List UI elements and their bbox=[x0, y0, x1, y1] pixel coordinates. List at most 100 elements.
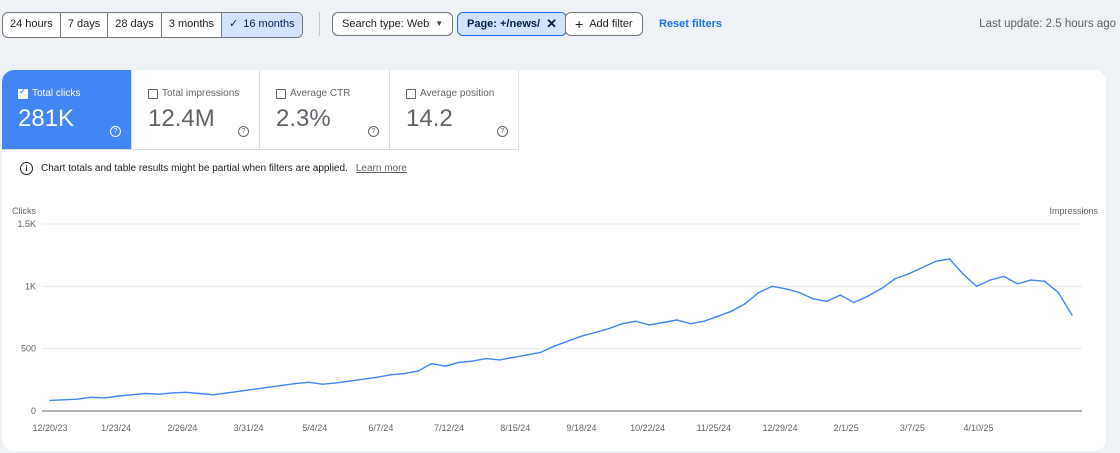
data-point bbox=[239, 390, 242, 392]
search-type-label: Search type: Web bbox=[342, 18, 430, 30]
metric-value: 2.3% bbox=[276, 105, 331, 132]
data-point bbox=[757, 291, 760, 294]
toolbar: 24 hours 7 days 28 days 3 months ✓ 16 mon… bbox=[0, 0, 1120, 50]
search-type-dropdown[interactable]: Search type: Web ▼ bbox=[332, 12, 454, 36]
data-point bbox=[253, 388, 256, 390]
metric-average-position[interactable]: Average position 14.2 ? bbox=[390, 70, 519, 150]
x-tick-label: 2/26/24 bbox=[167, 423, 197, 433]
data-point bbox=[199, 392, 201, 395]
partial-data-notice: i Chart totals and table results might b… bbox=[20, 162, 407, 175]
data-point bbox=[430, 362, 433, 365]
last-update-text: Last update: 2.5 hours ago bbox=[979, 18, 1116, 30]
metric-label-row: Average position bbox=[406, 88, 494, 99]
date-range-16-months[interactable]: ✓ 16 months bbox=[222, 13, 302, 37]
data-point bbox=[607, 327, 610, 330]
data-point bbox=[458, 361, 460, 364]
checkbox-icon bbox=[148, 88, 158, 99]
x-tick-label: 3/31/24 bbox=[234, 423, 264, 433]
close-icon[interactable]: ✕ bbox=[546, 13, 557, 35]
data-point bbox=[853, 301, 855, 304]
data-point bbox=[512, 356, 515, 359]
data-point bbox=[989, 279, 992, 281]
metric-total-impressions[interactable]: Total impressions 12.4M ? bbox=[132, 70, 260, 150]
date-range-28-days[interactable]: 28 days bbox=[108, 13, 162, 37]
x-tick-label: 4/10/25 bbox=[964, 423, 994, 433]
notice-text: Chart totals and table results might be … bbox=[41, 163, 348, 174]
learn-more-link[interactable]: Learn more bbox=[356, 163, 407, 174]
y-tick-label: 0 bbox=[31, 406, 36, 416]
metric-total-clicks[interactable]: Total clicks 281K ? bbox=[2, 70, 132, 150]
data-point bbox=[880, 288, 883, 290]
metric-label: Average CTR bbox=[290, 88, 351, 99]
data-point bbox=[376, 376, 378, 379]
data-point bbox=[1071, 314, 1073, 316]
add-filter-button[interactable]: + Add filter bbox=[565, 12, 643, 36]
checkbox-icon bbox=[276, 88, 286, 99]
data-point bbox=[171, 392, 174, 394]
x-tick-label: 3/7/25 bbox=[900, 423, 925, 433]
help-icon[interactable]: ? bbox=[238, 126, 249, 137]
data-point bbox=[839, 294, 842, 296]
checkbox-icon bbox=[406, 88, 416, 99]
data-point bbox=[975, 285, 978, 288]
data-point bbox=[1043, 280, 1046, 283]
x-tick-label: 10/22/24 bbox=[630, 423, 665, 433]
x-tick-label: 12/20/23 bbox=[32, 423, 67, 433]
data-point bbox=[894, 278, 896, 280]
metric-label-row: Total impressions bbox=[148, 88, 239, 99]
date-range-7-days[interactable]: 7 days bbox=[61, 13, 109, 37]
metric-label-row: Total clicks bbox=[18, 87, 80, 99]
plus-icon: + bbox=[575, 16, 584, 32]
data-point bbox=[130, 393, 133, 396]
metric-value: 14.2 bbox=[406, 105, 453, 132]
data-point bbox=[76, 398, 79, 400]
y-axis-label: Clicks bbox=[12, 206, 36, 216]
metric-label: Average position bbox=[420, 88, 495, 99]
x-tick-label: 7/12/24 bbox=[434, 423, 464, 433]
date-range-3-months[interactable]: 3 months bbox=[162, 13, 223, 37]
page-filter-label: Page: +/news/ bbox=[467, 18, 541, 30]
data-point bbox=[348, 380, 351, 382]
data-point bbox=[785, 288, 787, 290]
data-point bbox=[308, 381, 310, 384]
x-tick-label: 9/18/24 bbox=[566, 423, 596, 433]
data-point bbox=[335, 382, 337, 384]
data-point bbox=[962, 273, 964, 275]
page-filter-chip[interactable]: Page: +/news/ ✕ bbox=[457, 12, 567, 36]
date-range-24-hours[interactable]: 24 hours bbox=[3, 13, 61, 37]
data-point bbox=[771, 285, 774, 288]
x-tick-label: 2/1/25 bbox=[834, 423, 859, 433]
check-icon: ✓ bbox=[229, 18, 239, 30]
metric-value: 281K bbox=[18, 105, 75, 132]
data-point bbox=[526, 354, 528, 356]
caret-down-icon: ▼ bbox=[435, 19, 444, 28]
x-tick-label: 8/15/24 bbox=[500, 423, 530, 433]
data-point bbox=[798, 291, 801, 294]
x-tick-label: 12/29/24 bbox=[762, 423, 797, 433]
data-point bbox=[90, 396, 92, 399]
info-icon: i bbox=[20, 162, 33, 175]
data-point bbox=[703, 320, 705, 323]
data-point bbox=[921, 266, 923, 269]
reset-filters-link[interactable]: Reset filters bbox=[659, 18, 722, 30]
data-point bbox=[866, 295, 869, 298]
data-point bbox=[62, 398, 65, 401]
x-tick-label: 6/7/24 bbox=[368, 423, 393, 433]
help-icon[interactable]: ? bbox=[110, 126, 121, 137]
help-icon[interactable]: ? bbox=[497, 126, 508, 137]
data-point bbox=[716, 315, 719, 318]
data-point bbox=[825, 300, 828, 303]
x-tick-label: 5/4/24 bbox=[302, 423, 327, 433]
data-point bbox=[321, 383, 324, 385]
data-point bbox=[471, 360, 474, 362]
metric-value: 12.4M bbox=[148, 105, 215, 132]
data-point bbox=[567, 340, 569, 342]
data-point bbox=[49, 399, 51, 402]
y-tick-label: 1K bbox=[25, 281, 36, 291]
metric-average-ctr[interactable]: Average CTR 2.3% ? bbox=[260, 70, 390, 150]
data-point bbox=[744, 302, 746, 305]
data-point bbox=[117, 395, 119, 397]
help-icon[interactable]: ? bbox=[368, 126, 379, 137]
y-tick-label: 500 bbox=[21, 344, 36, 354]
data-point bbox=[267, 386, 269, 389]
